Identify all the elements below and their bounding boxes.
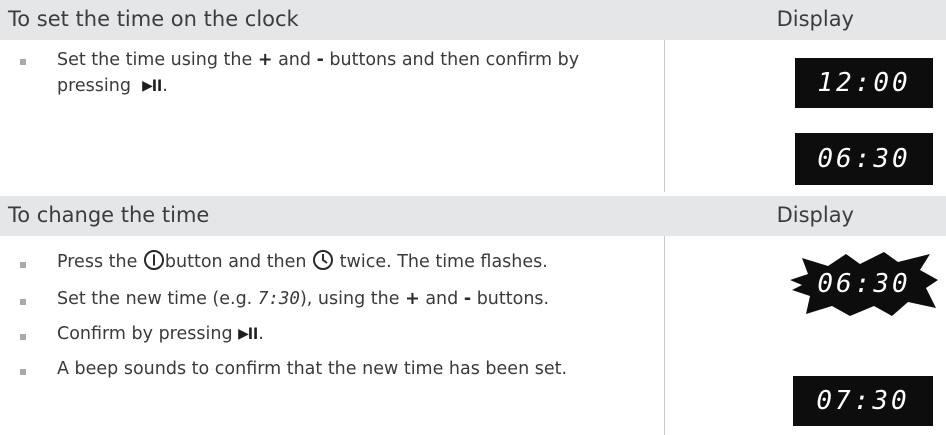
minus-symbol: -: [463, 289, 472, 309]
section2-step-2: Set the new time (e.g. 7:30), using the …: [57, 289, 550, 309]
clock-display-flashing: 06:30: [788, 250, 940, 318]
clock-display-0730: 07:30: [793, 376, 933, 426]
plus-symbol: +: [405, 289, 420, 309]
bullet-marker: [20, 334, 26, 340]
clock-display-0630: 06:30: [795, 133, 933, 185]
section2-step-3: Confirm by pressing ▶ll.: [57, 324, 264, 344]
section1-instruction-line2: pressing ▶ll.: [57, 76, 168, 96]
section1-divider: [664, 40, 665, 192]
section1-header: To set the time on the clock Display: [0, 0, 946, 40]
example-time: 7:30: [257, 289, 300, 309]
play-pause-icon: ▶ll: [142, 77, 163, 95]
section1-title: To set the time on the clock: [8, 7, 299, 31]
bullet-marker: [20, 262, 26, 268]
section2-step-1: Press the button and then twice. The tim…: [57, 249, 548, 279]
bullet-marker: [20, 59, 26, 65]
bullet-marker: [20, 299, 26, 305]
section2-step-4: A beep sounds to confirm that the new ti…: [57, 359, 568, 379]
bullet-marker: [20, 369, 26, 375]
clock-icon: [312, 249, 334, 279]
play-pause-icon: ▶ll: [238, 325, 259, 343]
section2-display-header: Display: [776, 203, 854, 227]
plus-symbol: +: [257, 50, 273, 70]
section2-title: To change the time: [8, 203, 210, 227]
section2-divider: [664, 236, 665, 435]
section1-display-header: Display: [776, 7, 854, 31]
clock-display-1200: 12:00: [795, 58, 933, 108]
section2-header: To change the time Display: [0, 196, 946, 236]
minus-symbol: -: [316, 50, 324, 70]
section1-instruction: Set the time using the + and - buttons a…: [57, 50, 580, 70]
power-icon: [143, 249, 165, 279]
